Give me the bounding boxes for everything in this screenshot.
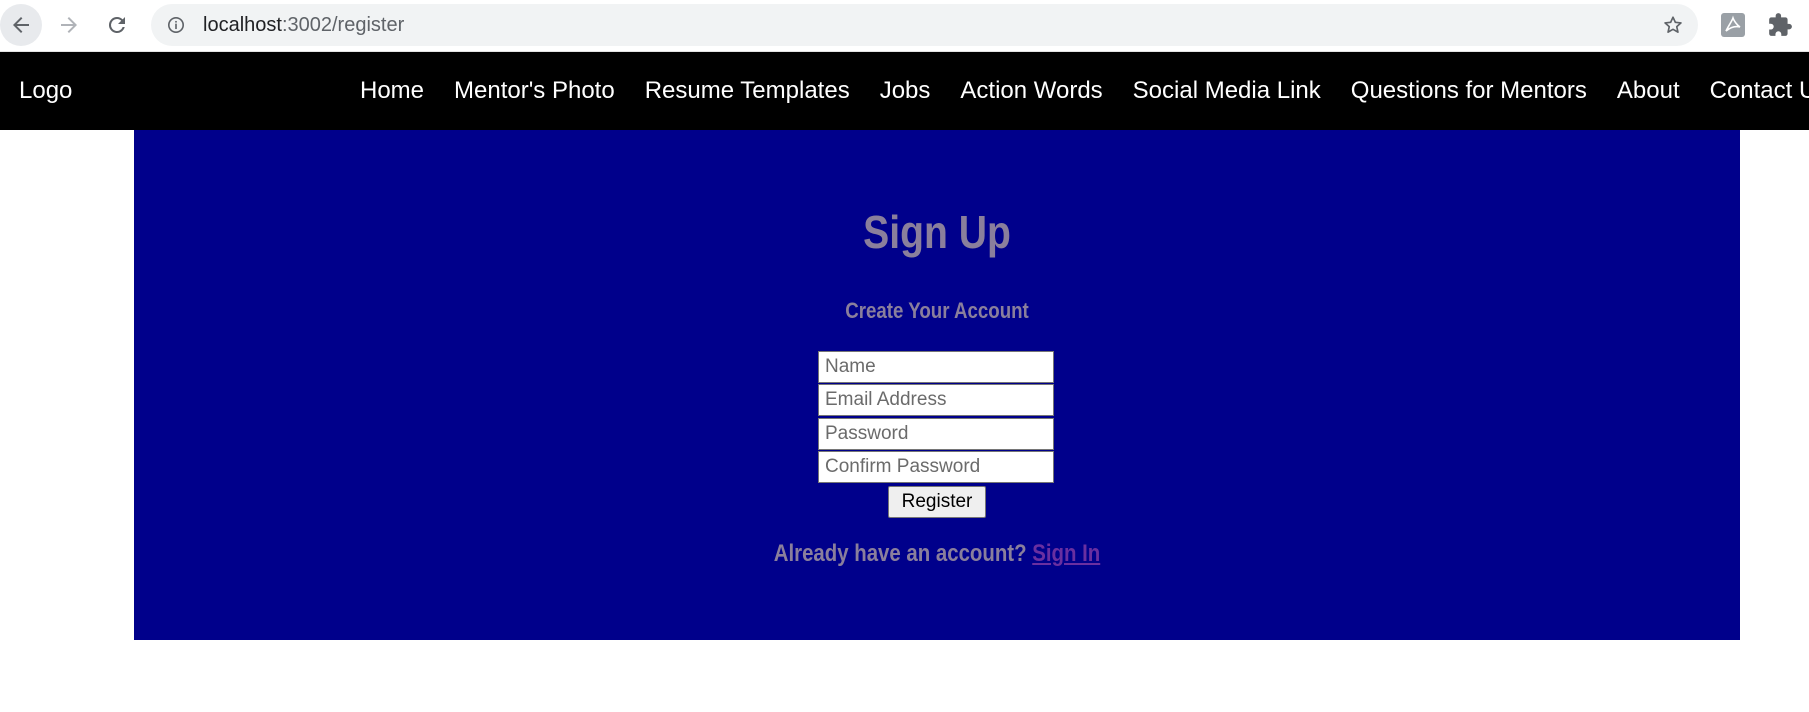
signup-panel: Sign Up Create Your Account Register Alr… (134, 130, 1740, 640)
register-button[interactable]: Register (888, 486, 986, 518)
reload-icon (108, 16, 125, 33)
star-icon[interactable] (1662, 14, 1684, 36)
pdf-extension-icon[interactable] (1720, 12, 1746, 38)
confirm-password-field[interactable] (818, 451, 1054, 483)
reload-button[interactable] (96, 4, 138, 46)
nav-item-questions-for-mentors[interactable]: Questions for Mentors (1351, 77, 1587, 105)
signin-prompt: Already have an account? Sign In (254, 540, 1619, 568)
info-icon[interactable] (167, 16, 185, 34)
address-bar[interactable]: localhost:3002/register (151, 4, 1698, 46)
page-subtitle: Create Your Account (845, 298, 1029, 323)
nav-menu: Home Mentor's Photo Resume Templates Job… (360, 52, 1809, 130)
password-field[interactable] (818, 418, 1054, 450)
nav-item-action-words[interactable]: Action Words (960, 77, 1102, 105)
nav-item-mentors-photo[interactable]: Mentor's Photo (454, 77, 615, 105)
puzzle-extension-icon[interactable] (1767, 12, 1793, 38)
forward-arrow-icon (61, 17, 77, 33)
url-text: localhost:3002/register (203, 4, 404, 46)
nav-item-home[interactable]: Home (360, 77, 424, 105)
nav-item-resume-templates[interactable]: Resume Templates (645, 77, 850, 105)
site-logo[interactable]: Logo (19, 52, 72, 130)
signin-link[interactable]: Sign In (1032, 540, 1100, 567)
email-field[interactable] (818, 384, 1054, 416)
name-field[interactable] (818, 351, 1054, 383)
url-host: localhost (203, 14, 282, 36)
nav-item-contact-us[interactable]: Contact Us (1710, 77, 1809, 105)
back-arrow-icon (13, 17, 29, 33)
page-title: Sign Up (863, 206, 1011, 258)
browser-toolbar: localhost:3002/register (0, 0, 1809, 52)
nav-item-jobs[interactable]: Jobs (880, 77, 931, 105)
back-button[interactable] (0, 4, 42, 46)
forward-button[interactable] (48, 4, 90, 46)
site-navbar: Logo Home Mentor's Photo Resume Template… (0, 52, 1809, 130)
nav-item-social-media-link[interactable]: Social Media Link (1133, 77, 1321, 105)
url-path: :3002/register (281, 14, 405, 36)
signin-prompt-text: Already have an account? (773, 540, 1027, 567)
nav-item-about[interactable]: About (1617, 77, 1680, 105)
